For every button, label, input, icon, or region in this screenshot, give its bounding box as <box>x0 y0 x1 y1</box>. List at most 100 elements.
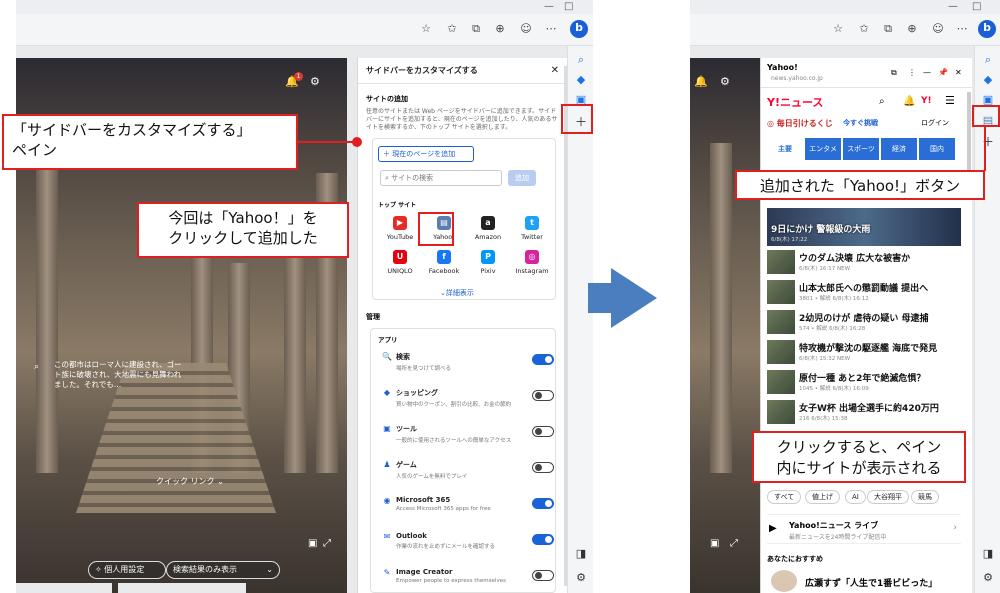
notification-bell-icon[interactable]: 🔔 <box>694 75 708 88</box>
collections-icon[interactable]: ⧉ <box>468 21 484 37</box>
app-toggle[interactable] <box>532 390 554 401</box>
top-site-0[interactable]: ▶ YouTube <box>380 216 420 241</box>
topic-chip[interactable]: 値上げ <box>805 490 840 504</box>
minimize-icon[interactable]: — <box>544 1 554 12</box>
close-icon[interactable]: ✕ <box>955 68 962 77</box>
app-description: 一般的に使用されるツールへの簡単なアクセス <box>396 438 512 444</box>
pin-icon[interactable]: 📌 <box>938 68 948 77</box>
news-item[interactable]: 女子W杯 出場全選手に約420万円 216 6/8(木) 15:38 <box>767 400 965 424</box>
app-toggle[interactable] <box>532 498 554 509</box>
favorite-icon[interactable]: ☆ <box>830 21 846 37</box>
bing-icon[interactable]: b <box>570 20 588 38</box>
news-tab[interactable]: 経済 <box>881 138 917 160</box>
settings-icon[interactable]: ⚙ <box>573 570 589 586</box>
hero-image[interactable]: 9日にかけ 警報級の大雨 6/8(木) 17:22 <box>767 208 961 246</box>
shopping-icon[interactable]: ◆ <box>980 72 996 88</box>
open-external-icon[interactable]: ⧉ <box>891 68 897 78</box>
recommend-thumbnail[interactable] <box>771 570 797 592</box>
panel-toggle-icon[interactable]: ◨ <box>573 546 589 562</box>
star-list-icon[interactable]: ✩ <box>856 21 872 37</box>
app-toggle[interactable] <box>532 462 554 473</box>
expand-icon[interactable]: ⤢ <box>323 538 331 549</box>
app-name: ゲーム <box>396 461 417 469</box>
news-tab[interactable]: エンタメ <box>805 138 841 160</box>
topic-chip[interactable]: 大谷翔平 <box>867 490 909 504</box>
close-icon[interactable]: ✕ <box>551 58 559 84</box>
more-icon[interactable]: ⋯ <box>543 21 559 37</box>
shopping-icon[interactable]: ◆ <box>573 72 589 88</box>
site-search-input[interactable]: ⌕ サイトの検索 <box>380 170 502 186</box>
search-icon[interactable]: ⌕ <box>34 362 39 372</box>
challenge-link[interactable]: 今すぐ挑戦 <box>843 118 878 128</box>
more-icon[interactable]: ⋯ <box>954 21 970 37</box>
topic-chip[interactable]: すべて <box>767 490 802 504</box>
profile-avatar[interactable]: ☺ <box>930 21 946 37</box>
notification-bell-icon[interactable]: 🔔 <box>903 96 915 107</box>
minimize-icon[interactable]: — <box>923 68 931 77</box>
quick-link[interactable]: クイック リンク ⌄ <box>156 476 224 487</box>
news-item[interactable]: 2幼児のけが 虐待の疑い 母逮捕 574 • 解説 6/8(木) 16:28 <box>767 310 965 334</box>
profile-avatar[interactable]: ☺ <box>518 21 534 37</box>
login-link[interactable]: ログイン <box>921 118 949 128</box>
news-tab[interactable]: 主要 <box>767 138 803 160</box>
top-site-4[interactable]: U UNIQLO <box>380 250 420 275</box>
panel-toggle-icon[interactable]: ◨ <box>980 546 996 562</box>
add-sidebar-button[interactable]: ＋ <box>980 134 996 150</box>
top-site-6[interactable]: P Pixiv <box>468 250 508 275</box>
camera-icon[interactable]: ▣ <box>710 538 719 549</box>
pane-scrollbar[interactable] <box>967 92 971 182</box>
settings-icon[interactable]: ⚙ <box>980 570 996 586</box>
news-item[interactable]: 山本太郎氏への懲罰動議 提出へ 3801 • 解説 6/8(木) 16:12 <box>767 280 965 304</box>
yahoo-icon[interactable]: Y! <box>921 96 932 106</box>
site-label: Instagram <box>515 267 549 275</box>
menu-icon[interactable]: ☰ <box>945 94 955 107</box>
search-results-only-select[interactable]: 検索結果のみ表示 ⌄ <box>166 561 280 579</box>
background-caption[interactable]: この都市はローマ人に建設され、ゴート族に破壊され、大地震にも見舞われました。それ… <box>54 360 182 390</box>
yahoo-news-logo[interactable]: Y!ニュース <box>767 94 823 110</box>
settings-icon[interactable]: ⚙ <box>720 75 730 88</box>
news-item[interactable]: ウのダム決壊 広大な被害か 6/8(木) 16:17 NEW <box>767 250 965 274</box>
add-current-page-button[interactable]: ＋ 現在のページを追加 <box>378 146 474 162</box>
recommend-item[interactable]: 広瀬すず「人生で1番ビビった」 <box>805 576 937 589</box>
lottery-label: 毎日引けるくじ <box>776 119 833 128</box>
app-toggle[interactable] <box>532 354 554 365</box>
top-site-7[interactable]: ◎ Instagram <box>512 250 552 275</box>
star-list-icon[interactable]: ✩ <box>444 21 460 37</box>
search-icon[interactable]: ⌕ <box>879 96 885 107</box>
expand-icon[interactable]: ⤢ <box>730 538 738 549</box>
app-toggle[interactable] <box>532 570 554 581</box>
collections-icon[interactable]: ⧉ <box>880 21 896 37</box>
add-button[interactable]: 追加 <box>508 170 536 186</box>
lottery-link[interactable]: ◎ 毎日引けるくじ <box>767 118 833 129</box>
top-site-2[interactable]: a Amazon <box>468 216 508 241</box>
details-link[interactable]: ⌄詳細表示 <box>440 288 474 298</box>
search-icon[interactable]: ⌕ <box>573 52 589 68</box>
camera-icon[interactable]: ▣ <box>308 538 317 549</box>
extensions-icon[interactable]: ⊕ <box>492 21 508 37</box>
bing-icon[interactable]: b <box>978 20 996 38</box>
live-row[interactable]: ▶ Yahoo!ニュース ライブ 最新ニュースを24時間ライブ配信中 › <box>767 514 961 544</box>
top-sites-heading: トップ サイト <box>378 202 417 209</box>
news-item[interactable]: 原付一種 あと2年で絶滅危惧？ 1045 • 解説 6/8(木) 16:09 <box>767 370 965 394</box>
top-site-3[interactable]: t Twitter <box>512 216 552 241</box>
extensions-icon[interactable]: ⊕ <box>904 21 920 37</box>
personal-settings-button[interactable]: ✧ 個人用設定 <box>88 561 166 579</box>
topic-chip[interactable]: 競馬 <box>911 490 939 504</box>
news-tab[interactable]: 国内 <box>919 138 955 160</box>
maximize-icon[interactable]: □ <box>564 1 573 12</box>
app-description: 作業の流れを止めずにメールを確認する <box>396 544 496 550</box>
more-icon[interactable]: ⋮ <box>908 68 916 77</box>
pane-header: Yahoo! news.yahoo.co.jp ⧉ ⋮ — 📌 ✕ <box>761 58 972 88</box>
maximize-icon[interactable]: □ <box>972 1 981 12</box>
minimize-icon[interactable]: — <box>948 1 958 12</box>
news-tab[interactable]: スポーツ <box>843 138 879 160</box>
app-toggle[interactable] <box>532 534 554 545</box>
top-site-5[interactable]: f Facebook <box>424 250 464 275</box>
search-icon[interactable]: ⌕ <box>980 52 996 68</box>
app-toggle[interactable] <box>532 426 554 437</box>
favorite-icon[interactable]: ☆ <box>418 21 434 37</box>
topic-chip[interactable]: AI <box>845 490 866 504</box>
news-item[interactable]: 特攻機が撃沈の駆逐艦 海底で発見 6/8(木) 15:32 NEW <box>767 340 965 364</box>
news-thumbnail <box>767 280 795 304</box>
settings-icon[interactable]: ⚙ <box>310 75 320 88</box>
